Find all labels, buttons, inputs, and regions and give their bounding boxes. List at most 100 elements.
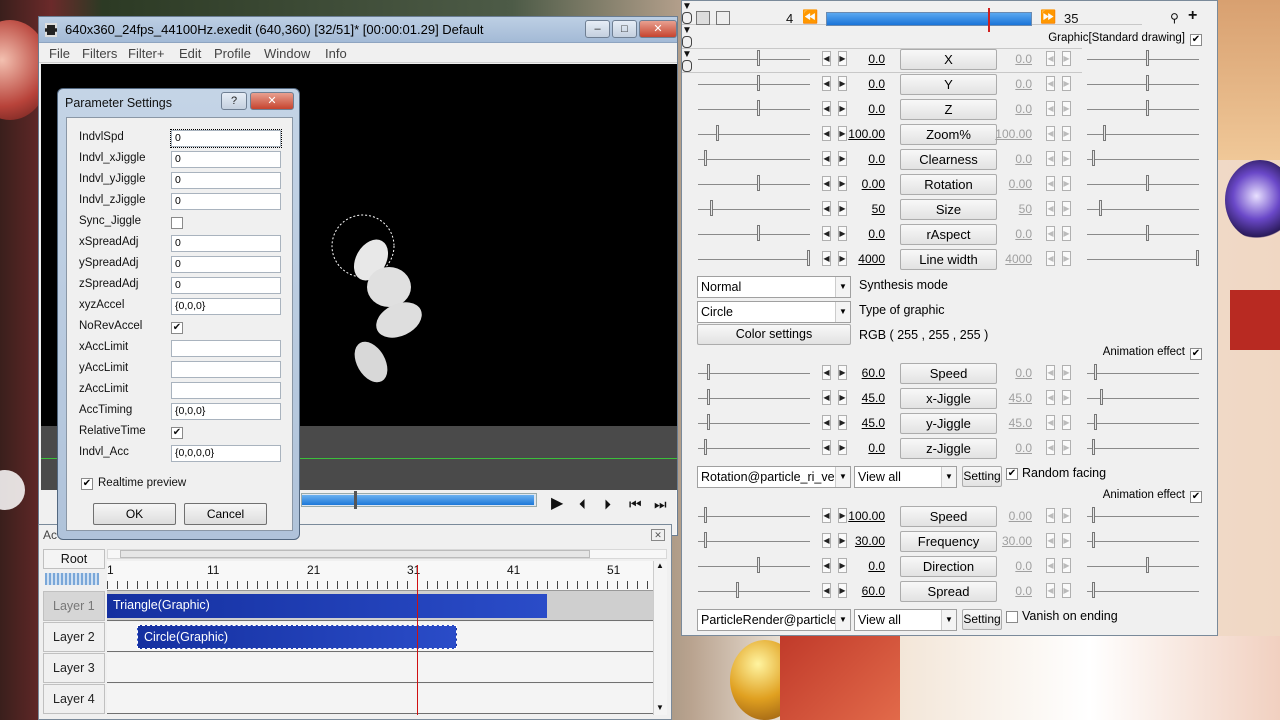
slider-track-right[interactable] (1087, 109, 1199, 110)
menu-edit[interactable]: Edit (179, 46, 201, 61)
param-name-button[interactable]: Size (900, 199, 997, 220)
start-value[interactable]: 0.0 (845, 152, 885, 166)
param-input[interactable]: {0,0,0} (171, 403, 281, 420)
slider-track-right[interactable] (1087, 541, 1199, 542)
slider-track-right[interactable] (1087, 259, 1199, 260)
end-value[interactable]: 0.0 (992, 441, 1032, 455)
setting-button[interactable]: Setting (962, 466, 1002, 487)
decrement-arrow-icon[interactable]: ◀ (1046, 583, 1055, 598)
slider-thumb-right[interactable] (1092, 532, 1095, 548)
add-filter-icon[interactable]: + (1188, 8, 1204, 24)
param-name-button[interactable]: Line width (900, 249, 997, 270)
decrement-arrow-icon[interactable]: ◀ (1046, 415, 1055, 430)
start-value[interactable]: 0.0 (845, 77, 885, 91)
start-value[interactable]: 100.00 (845, 127, 885, 141)
param-checkbox[interactable]: ✔ (171, 322, 183, 334)
decrement-arrow-icon[interactable]: ◀ (822, 101, 831, 116)
end-value[interactable]: 0.0 (992, 77, 1032, 91)
increment-arrow-icon[interactable]: ▶ (1062, 583, 1071, 598)
decrement-arrow-icon[interactable]: ◀ (822, 415, 831, 430)
decrement-arrow-icon[interactable]: ◀ (822, 76, 831, 91)
ruler[interactable]: 1 11 21 31 41 51 (107, 561, 653, 591)
end-value[interactable]: 0.0 (992, 227, 1032, 241)
slider-track-right[interactable] (1087, 159, 1199, 160)
increment-arrow-icon[interactable]: ▶ (1062, 440, 1071, 455)
start-value[interactable]: 0.0 (845, 559, 885, 573)
slider-thumb-right[interactable] (1146, 100, 1149, 116)
to-end-button[interactable]: ⏭ (654, 495, 672, 513)
param-name-button[interactable]: Z (900, 99, 997, 120)
panel-layout-icon[interactable] (716, 11, 730, 25)
end-value[interactable]: 30.00 (992, 534, 1032, 548)
end-value[interactable]: 0.0 (992, 102, 1032, 116)
decrement-arrow-icon[interactable]: ◀ (1046, 440, 1055, 455)
increment-arrow-icon[interactable]: ▶ (1062, 415, 1071, 430)
increment-arrow-icon[interactable]: ▶ (1062, 251, 1071, 266)
horizontal-scrollbar[interactable] (107, 549, 667, 559)
section-enable-checkbox[interactable]: ✔ (1190, 491, 1202, 503)
decrement-arrow-icon[interactable]: ◀ (822, 176, 831, 191)
increment-arrow-icon[interactable]: ▶ (1062, 101, 1071, 116)
slider-track-left[interactable] (698, 423, 810, 424)
increment-arrow-icon[interactable]: ▶ (1062, 76, 1071, 91)
start-value[interactable]: 0.0 (845, 227, 885, 241)
decrement-arrow-icon[interactable]: ◀ (822, 201, 831, 216)
slider-thumb-right[interactable] (1146, 50, 1149, 66)
slider-track-right[interactable] (1087, 59, 1199, 60)
param-name-button[interactable]: Frequency (900, 531, 997, 552)
increment-arrow-icon[interactable]: ▶ (1062, 226, 1071, 241)
ok-button[interactable]: OK (93, 503, 176, 525)
seek-handle[interactable] (354, 491, 357, 509)
param-name-button[interactable]: Spread (900, 581, 997, 602)
param-name-button[interactable]: rAspect (900, 224, 997, 245)
slider-thumb-left[interactable] (757, 100, 760, 116)
decrement-arrow-icon[interactable]: ◀ (822, 251, 831, 266)
menu-info[interactable]: Info (325, 46, 347, 61)
slider-track-right[interactable] (1087, 84, 1199, 85)
layer-lane-1[interactable]: Triangle(Graphic) (107, 591, 653, 621)
decrement-arrow-icon[interactable]: ◀ (1046, 390, 1055, 405)
slider-thumb-right[interactable] (1092, 507, 1095, 523)
scroll-up-icon[interactable]: ▲ (656, 561, 664, 570)
start-value[interactable]: 50 (845, 202, 885, 216)
decrement-arrow-icon[interactable]: ◀ (1046, 201, 1055, 216)
dropdown-arrow-icon[interactable]: ▼ (941, 467, 956, 487)
slider-track-right[interactable] (1087, 209, 1199, 210)
slider-thumb-right[interactable] (1092, 150, 1095, 166)
layer-header-2[interactable]: Layer 2 (43, 622, 105, 652)
play-button[interactable]: ▶ (551, 495, 569, 513)
slider-thumb-right[interactable] (1196, 250, 1199, 266)
start-value[interactable]: 45.0 (845, 391, 885, 405)
scroll-thumb[interactable] (120, 550, 590, 558)
slider-thumb-right[interactable] (1146, 175, 1149, 191)
dropdown-arrow-icon[interactable]: ▼ (835, 277, 850, 297)
playhead[interactable] (417, 565, 418, 715)
decrement-arrow-icon[interactable]: ◀ (1046, 151, 1055, 166)
end-value[interactable]: 0.0 (992, 52, 1032, 66)
param-input[interactable] (171, 382, 281, 399)
realtime-preview-checkbox[interactable]: ✔ (81, 478, 93, 490)
slider-track-left[interactable] (698, 59, 810, 60)
slider-track-left[interactable] (698, 566, 810, 567)
slider-thumb-left[interactable] (707, 389, 710, 405)
param-input[interactable]: {0,0,0,0} (171, 445, 281, 462)
decrement-arrow-icon[interactable]: ◀ (822, 226, 831, 241)
decrement-arrow-icon[interactable]: ◀ (822, 440, 831, 455)
menu-profile[interactable]: Profile (214, 46, 251, 61)
layer-header-4[interactable]: Layer 4 (43, 684, 105, 714)
param-checkbox[interactable] (171, 217, 183, 229)
slider-track-left[interactable] (698, 109, 810, 110)
increment-arrow-icon[interactable]: ▶ (1062, 126, 1071, 141)
increment-arrow-icon[interactable]: ▶ (1062, 201, 1071, 216)
param-name-button[interactable]: x-Jiggle (900, 388, 997, 409)
slider-track-left[interactable] (698, 184, 810, 185)
seek-bar[interactable] (301, 491, 537, 509)
slider-thumb-left[interactable] (757, 225, 760, 241)
param-name-button[interactable]: z-Jiggle (900, 438, 997, 459)
decrement-arrow-icon[interactable]: ◀ (1046, 51, 1055, 66)
slider-thumb-right[interactable] (1099, 200, 1102, 216)
increment-arrow-icon[interactable]: ▶ (1062, 51, 1071, 66)
slider-track-left[interactable] (698, 134, 810, 135)
param-input[interactable]: 0 (171, 193, 281, 210)
prev-frame-button[interactable]: ⏴ (579, 495, 597, 513)
